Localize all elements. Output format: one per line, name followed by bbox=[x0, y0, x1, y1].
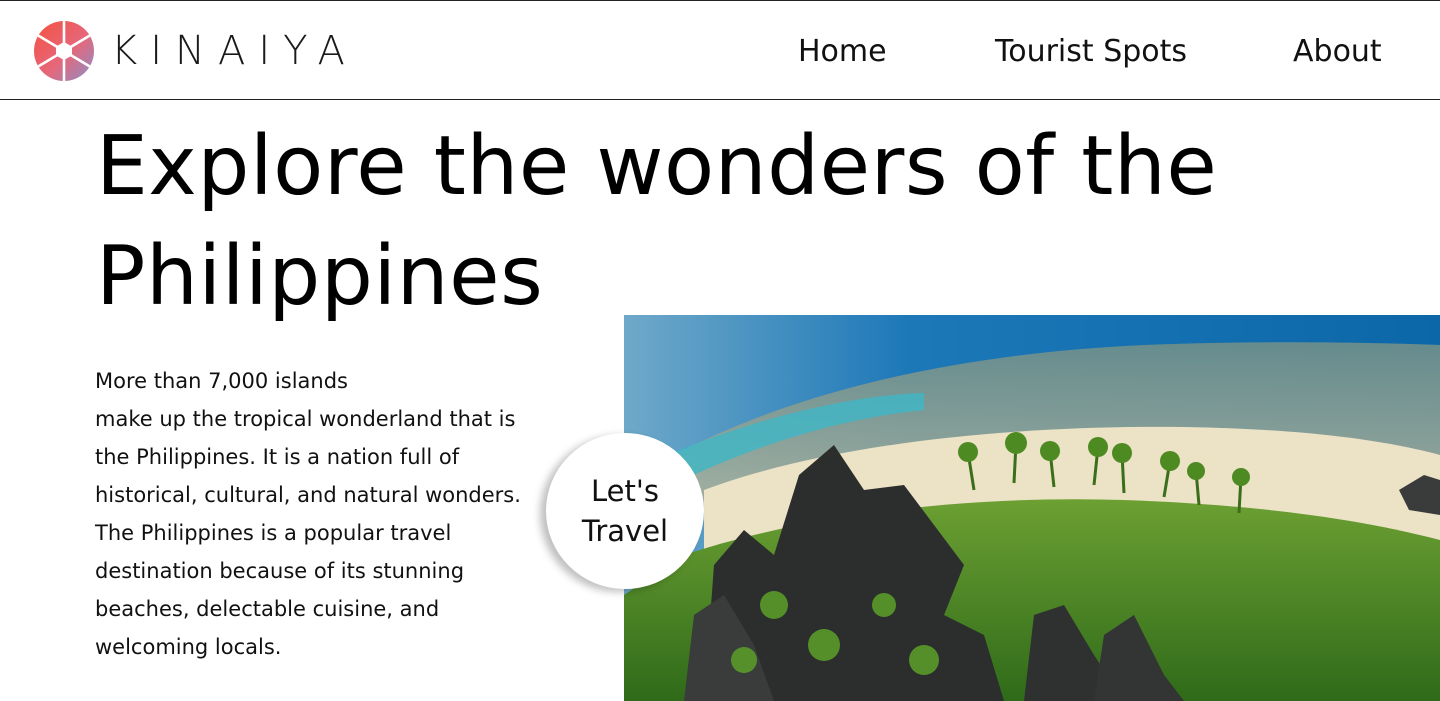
aperture-icon[interactable] bbox=[33, 20, 95, 82]
nav-about-link[interactable]: About bbox=[1293, 32, 1382, 72]
hero-title: Explore the wonders of the Philippines bbox=[96, 119, 1218, 324]
lets-travel-button[interactable]: Let's Travel bbox=[546, 433, 704, 589]
nav-tourist-spots-link[interactable]: Tourist Spots bbox=[995, 32, 1187, 72]
lets-travel-label: Let's Travel bbox=[581, 474, 669, 548]
nav-home-link[interactable]: Home bbox=[798, 32, 887, 72]
brand-wordmark[interactable]: KINAIYA bbox=[111, 27, 358, 75]
top-navbar: KINAIYA Home Tourist Spots About bbox=[0, 0, 1440, 100]
aerial-island-photo bbox=[624, 315, 1440, 701]
intro-paragraph: More than 7,000 islands make up the trop… bbox=[95, 362, 535, 666]
intro-body: make up the tropical wonderland that is … bbox=[95, 407, 521, 659]
intro-first-line: More than 7,000 islands bbox=[95, 369, 348, 393]
